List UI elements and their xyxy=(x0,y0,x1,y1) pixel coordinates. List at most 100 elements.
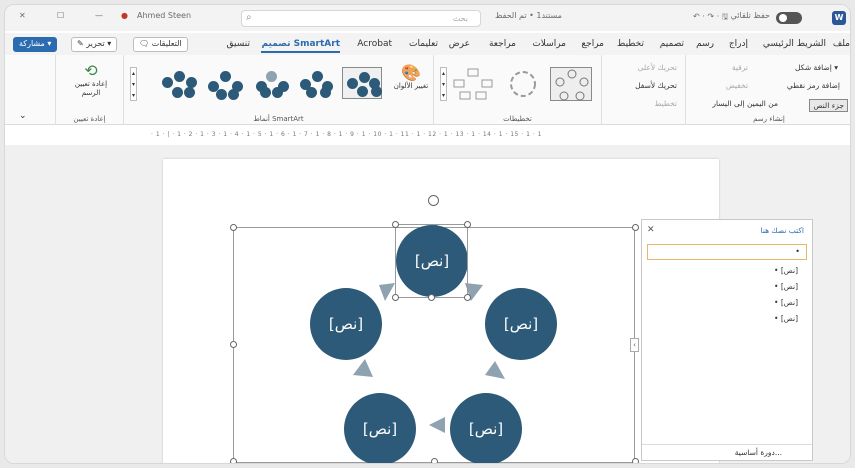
maximize-icon[interactable]: ☐ xyxy=(57,11,64,20)
tab-layout[interactable]: تخطيط xyxy=(617,39,644,49)
edit-button[interactable]: ✎ تحرير ▾ xyxy=(71,37,118,52)
tab-file[interactable]: ملف xyxy=(833,39,850,49)
reset-graphic-button[interactable]: ⟲ إعادة تعيين الرسم xyxy=(68,61,114,98)
word-window: ✕ ☐ — ● Ahmed Steen ⌕ بحث مستند1 • تم ال… xyxy=(4,4,851,464)
rtl-button[interactable]: من اليمين إلى اليسار xyxy=(712,99,778,108)
layouts-scroll[interactable]: ▴ ▾ ▾ xyxy=(440,67,447,101)
arrow-3-icon xyxy=(429,417,445,433)
comments-button[interactable]: 🗨 التعليقات xyxy=(133,37,188,52)
smartart-text-pane: ✕ اكتب نصك هنا • • [نص] • [نص] • [نص] • … xyxy=(641,219,813,461)
ribbon-tabs: ملف الشريط الرئيسي إدراج رسم تصميم تخطيط… xyxy=(5,33,850,55)
tab-help[interactable]: تعليمات xyxy=(409,39,438,49)
minimize-icon[interactable]: — xyxy=(95,11,103,20)
node-handle-tr[interactable] xyxy=(464,221,471,228)
style-dot xyxy=(357,86,368,97)
autosave-toggle[interactable] xyxy=(776,12,802,24)
style-thumb-2[interactable] xyxy=(296,67,336,99)
cycle-node-bottom-right[interactable]: [نص] xyxy=(450,393,522,463)
node-handle-br[interactable] xyxy=(464,294,471,301)
layout-button[interactable]: تخطيط xyxy=(655,99,677,108)
demote-button[interactable]: تخفيض xyxy=(726,81,748,90)
arrow-4-icon xyxy=(353,359,373,377)
group-smartart-styles: 🎨 تغيير الألوان ▴ ▾ ▾ أنماط SmartArt xyxy=(123,55,433,125)
style-dot xyxy=(220,71,231,82)
tab-review[interactable]: مراجعة xyxy=(489,39,516,49)
text-pane-item[interactable]: • [نص] xyxy=(774,314,798,323)
style-dot xyxy=(312,71,323,82)
text-pane-active-item[interactable]: • xyxy=(647,244,807,260)
tab-format[interactable]: تنسيق xyxy=(227,39,250,49)
style-dot xyxy=(216,89,227,100)
word-logo-icon: W xyxy=(832,11,846,25)
layout-block-cycle[interactable] xyxy=(452,67,494,101)
group-create-graphic: إضافة شكل ▾ إضافة رمز نقطي جزء النص ترقي… xyxy=(685,55,850,125)
text-pane-item[interactable]: • [نص] xyxy=(774,298,798,307)
pencil-icon: ✎ xyxy=(77,39,87,48)
layout-cycle[interactable] xyxy=(502,67,544,101)
group-label-styles: أنماط SmartArt xyxy=(253,115,304,123)
node-handle-bl[interactable] xyxy=(392,294,399,301)
style-thumb-3[interactable] xyxy=(250,67,290,99)
tab-view[interactable]: عرض xyxy=(449,39,470,49)
palette-icon: 🎨 xyxy=(401,63,421,82)
change-colors-button[interactable]: 🎨 تغيير الألوان xyxy=(392,63,430,103)
style-thumb-1[interactable] xyxy=(342,67,382,99)
layout-basic-cycle[interactable] xyxy=(550,67,592,101)
close-window-icon[interactable]: ✕ xyxy=(19,11,26,20)
rotate-handle-icon[interactable] xyxy=(428,195,439,206)
close-text-pane-icon[interactable]: ✕ xyxy=(647,225,655,235)
text-pane-item[interactable]: • [نص] xyxy=(774,282,798,291)
style-dot xyxy=(347,78,358,89)
share-button[interactable]: مشاركة ▾ xyxy=(13,37,58,52)
style-thumb-4[interactable] xyxy=(204,67,244,100)
quick-access-icons[interactable]: ↶ · ↷ · 🖫 xyxy=(693,11,728,25)
user-avatar[interactable]: ● xyxy=(121,11,128,20)
tab-insert[interactable]: إدراج xyxy=(729,39,748,49)
style-dot xyxy=(174,71,185,82)
collapse-ribbon-icon[interactable]: ⌄ xyxy=(19,111,27,121)
style-dot xyxy=(320,87,331,98)
style-dot xyxy=(172,87,183,98)
style-thumb-5[interactable] xyxy=(158,67,198,99)
search-placeholder: بحث xyxy=(452,14,468,23)
promote-button[interactable]: ترقية xyxy=(732,63,748,72)
text-pane-footer[interactable]: دورة أساسية... xyxy=(642,444,812,460)
arrow-2-icon xyxy=(485,361,505,379)
comment-icon: 🗨 xyxy=(139,39,152,48)
group-reset: ⟲ إعادة تعيين الرسم إعادة تعيين xyxy=(55,55,123,125)
style-dot xyxy=(162,77,173,88)
text-pane-title: اكتب نصك هنا xyxy=(760,226,804,235)
cycle-node-left[interactable]: [نص] xyxy=(310,288,382,360)
cycle-node-right[interactable]: [نص] xyxy=(485,288,557,360)
tab-references[interactable]: مراجع xyxy=(581,39,604,49)
doc-title[interactable]: مستند1 • تم الحفظ xyxy=(495,11,562,20)
style-dot xyxy=(306,87,317,98)
tab-acrobat[interactable]: Acrobat xyxy=(357,39,392,49)
text-pane-toggle-icon[interactable]: ‹ xyxy=(630,338,639,352)
move-up-button[interactable]: تحريك لأعلى xyxy=(638,63,677,72)
group-label-layouts: تخطيطات xyxy=(503,115,532,123)
selected-node-box[interactable] xyxy=(395,224,468,298)
tab-mailings[interactable]: مراسلات xyxy=(532,39,566,49)
node-handle-tl[interactable] xyxy=(392,221,399,228)
styles-scroll[interactable]: ▴ ▾ ▾ xyxy=(130,67,137,101)
add-shape-button[interactable]: إضافة شكل ▾ xyxy=(795,63,838,72)
tab-draw[interactable]: رسم xyxy=(696,39,714,49)
node-handle-bm[interactable] xyxy=(428,294,435,301)
group-move: تحريك لأعلى تحريك لأسفل تخطيط xyxy=(601,55,685,125)
tab-smartart-design[interactable]: تصميم SmartArt xyxy=(261,39,340,53)
tab-home[interactable]: الشريط الرئيسي xyxy=(763,39,826,49)
horizontal-ruler[interactable]: · 1 · | · 1 · 2 · 1 · 3 · 1 · 4 · 1 · 5 … xyxy=(151,131,721,143)
title-bar: ✕ ☐ — ● Ahmed Steen ⌕ بحث مستند1 • تم ال… xyxy=(5,5,850,31)
search-box[interactable]: ⌕ بحث xyxy=(241,10,481,27)
tab-design[interactable]: تصميم xyxy=(660,39,684,49)
user-name: Ahmed Steen xyxy=(137,11,192,20)
search-icon: ⌕ xyxy=(246,12,252,23)
style-dot xyxy=(228,89,239,100)
text-pane-button[interactable]: جزء النص xyxy=(809,99,848,112)
add-bullet-button[interactable]: إضافة رمز نقطي xyxy=(787,81,840,90)
move-down-button[interactable]: تحريك لأسفل xyxy=(635,81,677,90)
text-pane-item[interactable]: • [نص] xyxy=(774,266,798,275)
cycle-node-bottom-left[interactable]: [نص] xyxy=(344,393,416,463)
ribbon: إضافة شكل ▾ إضافة رمز نقطي جزء النص ترقي… xyxy=(5,55,850,125)
